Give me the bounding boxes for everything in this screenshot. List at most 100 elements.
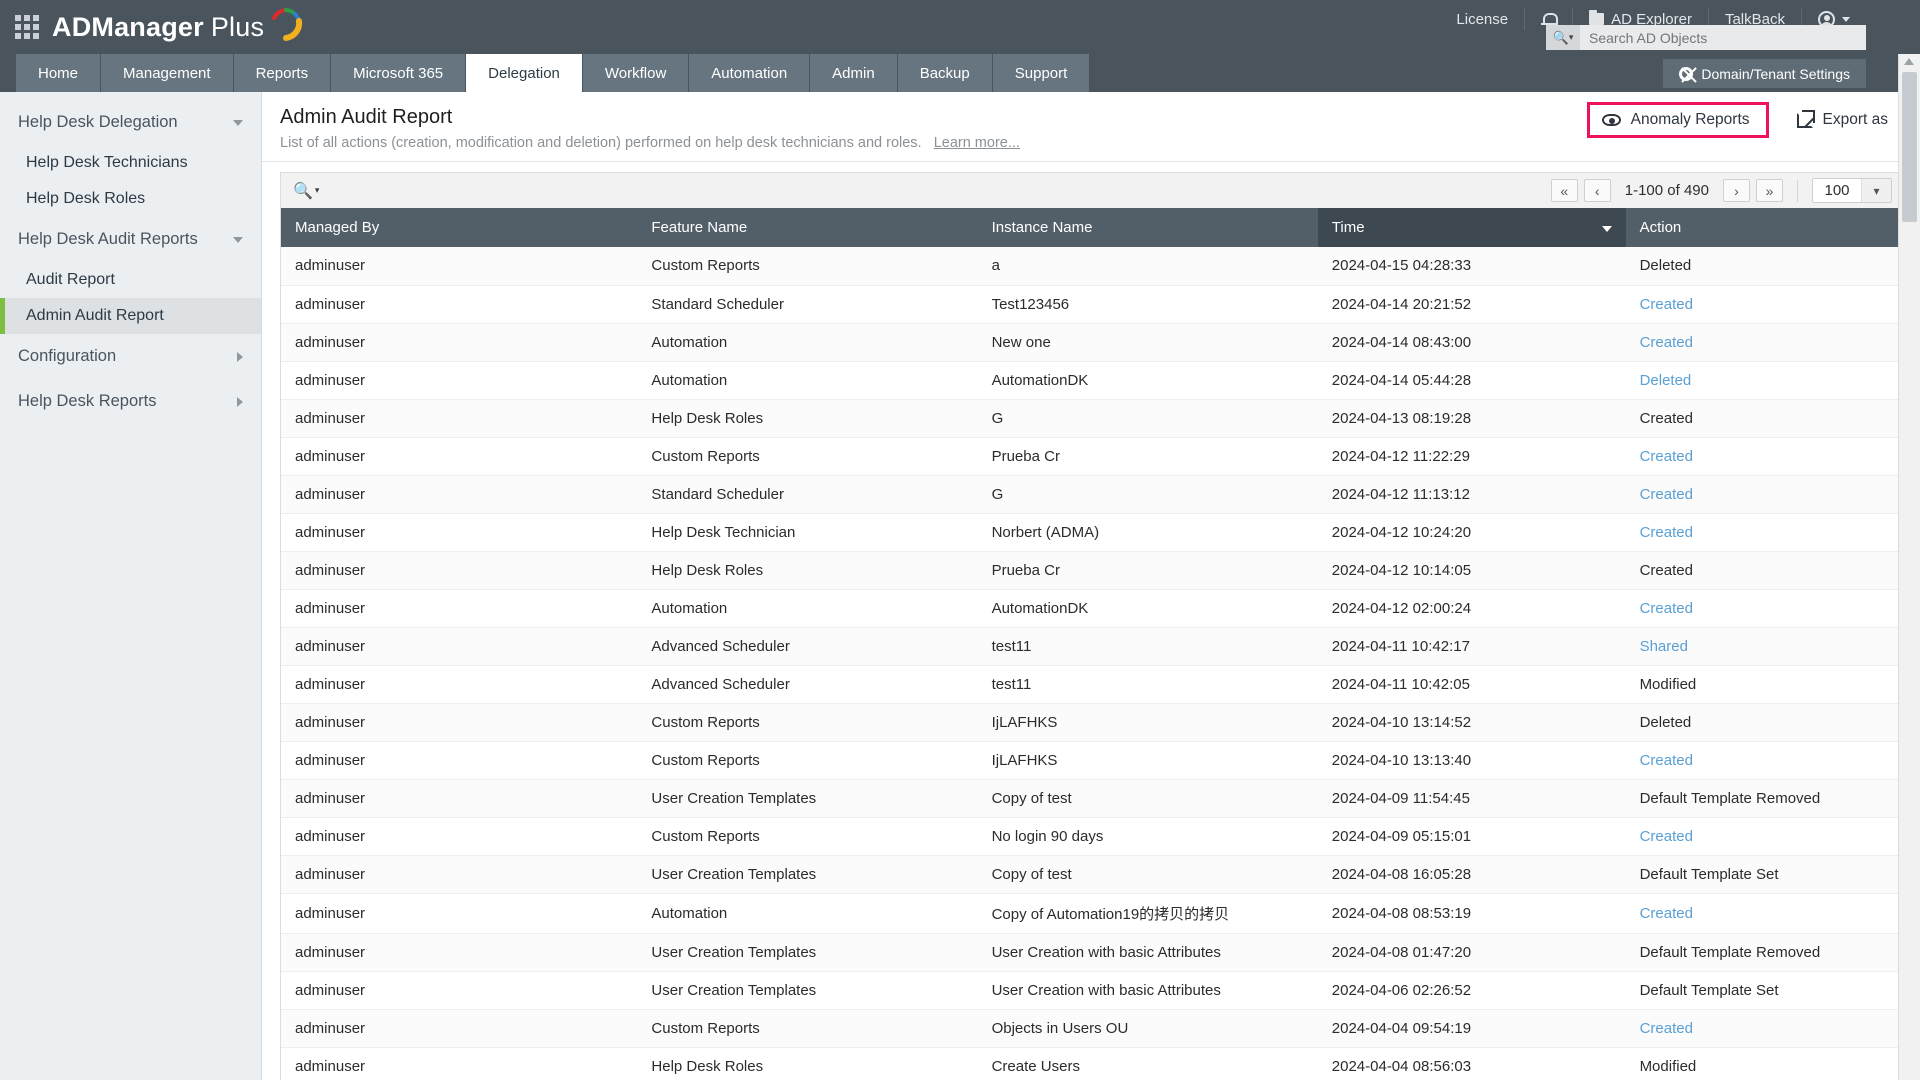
sidebar-item-help-desk-technicians[interactable]: Help Desk Technicians xyxy=(0,145,261,181)
search-input[interactable] xyxy=(1580,29,1866,46)
cell-managed-by: adminuser xyxy=(281,361,638,400)
sidebar-item-admin-audit-report[interactable]: Admin Audit Report xyxy=(0,298,261,334)
page-size-select[interactable]: 100 ▾ xyxy=(1812,178,1892,203)
cell-action[interactable]: Created xyxy=(1625,475,1901,514)
cell-managed-by: adminuser xyxy=(281,1009,638,1048)
table-row[interactable]: adminuser Standard Scheduler G 2024-04-12 1… xyxy=(281,475,1901,514)
column-header-time[interactable]: Time xyxy=(1317,208,1626,247)
table-row[interactable]: adminuser Help Desk Roles Prueba Cr 2024-04… xyxy=(281,551,1901,590)
scrollbar-thumb[interactable] xyxy=(1902,72,1917,222)
table-row[interactable]: adminuser Help Desk Technician Norbert (AD… xyxy=(281,513,1901,552)
cell-action: Default Template Removed xyxy=(1625,779,1901,818)
cell-action[interactable]: Created xyxy=(1625,437,1901,476)
cell-action[interactable]: Created xyxy=(1625,285,1901,324)
column-header-feature-name[interactable]: Feature Name xyxy=(637,208,978,247)
nav-tab-backup[interactable]: Backup xyxy=(897,54,993,92)
cell-action[interactable]: Shared xyxy=(1625,627,1901,666)
table-row[interactable]: adminuser Custom Reports No login 90 days 2… xyxy=(281,817,1901,856)
sidebar-group-help-desk-audit-reports[interactable]: Help Desk Audit Reports xyxy=(0,217,261,262)
cell-time: 2024-04-12 11:22:29 xyxy=(1317,437,1626,476)
cell-managed-by: adminuser xyxy=(281,551,638,590)
cell-time: 2024-04-12 10:14:05 xyxy=(1317,551,1626,590)
table-row[interactable]: adminuser User Creation Templates User Cre… xyxy=(281,971,1901,1010)
nav-tab-admin[interactable]: Admin xyxy=(810,54,898,92)
nav-tab-reports[interactable]: Reports xyxy=(233,54,332,92)
column-header-managed-by[interactable]: Managed By xyxy=(281,208,638,247)
table-row[interactable]: adminuser Help Desk Roles G 2024-04-13 08:1… xyxy=(281,399,1901,438)
cell-instance-name: G xyxy=(977,399,1318,438)
cell-managed-by: adminuser xyxy=(281,1047,638,1080)
cell-action[interactable]: Created xyxy=(1625,589,1901,628)
cell-action[interactable]: Created xyxy=(1625,1009,1901,1048)
scroll-up-icon[interactable] xyxy=(1904,58,1914,65)
table-row[interactable]: adminuser User Creation Templates Copy of … xyxy=(281,779,1901,818)
cell-time: 2024-04-10 13:13:40 xyxy=(1317,741,1626,780)
table-row[interactable]: adminuser Automation Copy of Automation19的… xyxy=(281,893,1901,934)
page-size-value: 100 xyxy=(1824,182,1850,199)
domain-tenant-settings-button[interactable]: Domain/Tenant Settings xyxy=(1663,59,1866,88)
table-row[interactable]: adminuser Help Desk Roles Create Users 2024… xyxy=(281,1047,1901,1080)
page-scrollbar[interactable] xyxy=(1898,54,1920,1080)
anomaly-reports-button[interactable]: Anomaly Reports xyxy=(1586,102,1769,138)
learn-more-link[interactable]: Learn more... xyxy=(934,135,1020,151)
cell-action[interactable]: Created xyxy=(1625,817,1901,856)
license-link[interactable]: License xyxy=(1440,8,1526,30)
cell-feature-name: Custom Reports xyxy=(637,437,978,476)
table-row[interactable]: adminuser Automation AutomationDK 2024-04-1… xyxy=(281,361,1901,400)
sidebar-group-help-desk-delegation[interactable]: Help Desk Delegation xyxy=(0,100,261,145)
cell-action: Default Template Removed xyxy=(1625,933,1901,972)
cell-action: Modified xyxy=(1625,1047,1901,1080)
table-row[interactable]: adminuser Custom Reports a 2024-04-15 04:28… xyxy=(281,247,1901,286)
nav-tab-microsoft-365[interactable]: Microsoft 365 xyxy=(331,54,467,92)
cell-instance-name: No login 90 days xyxy=(977,817,1318,856)
cell-action[interactable]: Deleted xyxy=(1625,361,1901,400)
search-icon[interactable]: 🔍 ▾ xyxy=(1546,25,1580,50)
eye-icon xyxy=(1601,114,1621,126)
column-search-icon[interactable]: 🔍 ▾ xyxy=(293,181,319,201)
nav-tab-support[interactable]: Support xyxy=(992,54,1091,92)
table-row[interactable]: adminuser Advanced Scheduler test11 2024-04… xyxy=(281,627,1901,666)
table-row[interactable]: adminuser Automation AutomationDK 2024-04-1… xyxy=(281,589,1901,628)
table-row[interactable]: adminuser Custom Reports Prueba Cr 2024-04-… xyxy=(281,437,1901,476)
cell-action[interactable]: Created xyxy=(1625,893,1901,934)
last-page-button[interactable]: » xyxy=(1756,179,1783,202)
previous-page-button[interactable]: ‹ xyxy=(1583,179,1611,202)
export-as-button[interactable]: Export as xyxy=(1783,105,1902,135)
brand-logo[interactable]: ADManager Plus xyxy=(52,7,306,47)
table-row[interactable]: adminuser Automation New one 2024-04-14 08:… xyxy=(281,323,1901,362)
cell-action[interactable]: Created xyxy=(1625,513,1901,552)
nav-tab-delegation[interactable]: Delegation xyxy=(466,54,583,92)
table-zone: 🔍 ▾ « ‹ 1-100 of 490 › » 100 ▾ Managed B… xyxy=(262,162,1920,1080)
cell-action[interactable]: Created xyxy=(1625,323,1901,362)
table-row[interactable]: adminuser Advanced Scheduler test11 2024-04… xyxy=(281,665,1901,704)
cell-feature-name: Help Desk Roles xyxy=(637,399,978,438)
grid-apps-icon[interactable] xyxy=(14,14,40,40)
sidebar-item-label: Help Desk Roles xyxy=(26,190,146,207)
table-row[interactable]: adminuser User Creation Templates Copy of … xyxy=(281,855,1901,894)
cell-action: Deleted xyxy=(1625,703,1901,742)
column-header-instance-name[interactable]: Instance Name xyxy=(977,208,1318,247)
table-row[interactable]: adminuser Standard Scheduler Test123456 202… xyxy=(281,285,1901,324)
table-row[interactable]: adminuser Custom Reports IjLAFHKS 2024-04-1… xyxy=(281,703,1901,742)
cell-managed-by: adminuser xyxy=(281,285,638,324)
sidebar-item-audit-report[interactable]: Audit Report xyxy=(0,262,261,298)
table-row[interactable]: adminuser User Creation Templates User Cre… xyxy=(281,933,1901,972)
column-header-action[interactable]: Action xyxy=(1625,208,1901,247)
next-page-button[interactable]: › xyxy=(1723,179,1750,202)
nav-tab-automation[interactable]: Automation xyxy=(689,54,811,92)
top-bar: ADManager Plus License AD Explorer TalkB… xyxy=(0,0,1920,54)
cell-feature-name: Standard Scheduler xyxy=(637,475,978,514)
nav-tab-home[interactable]: Home xyxy=(16,54,102,92)
table-row[interactable]: adminuser Custom Reports Objects in Users … xyxy=(281,1009,1901,1048)
table-row[interactable]: adminuser Custom Reports IjLAFHKS 2024-04-1… xyxy=(281,741,1901,780)
cell-time: 2024-04-12 11:13:12 xyxy=(1317,475,1626,514)
nav-tab-management[interactable]: Management xyxy=(101,54,234,92)
sidebar-item-help-desk-roles[interactable]: Help Desk Roles xyxy=(0,181,261,217)
nav-tab-workflow[interactable]: Workflow xyxy=(582,54,690,92)
sidebar-group-configuration[interactable]: Configuration xyxy=(0,334,261,379)
sidebar-group-help-desk-reports[interactable]: Help Desk Reports xyxy=(0,379,261,424)
first-page-button[interactable]: « xyxy=(1550,179,1578,202)
cell-action: Deleted xyxy=(1625,247,1901,286)
cell-action[interactable]: Created xyxy=(1625,741,1901,780)
cell-time: 2024-04-12 10:24:20 xyxy=(1317,513,1626,552)
